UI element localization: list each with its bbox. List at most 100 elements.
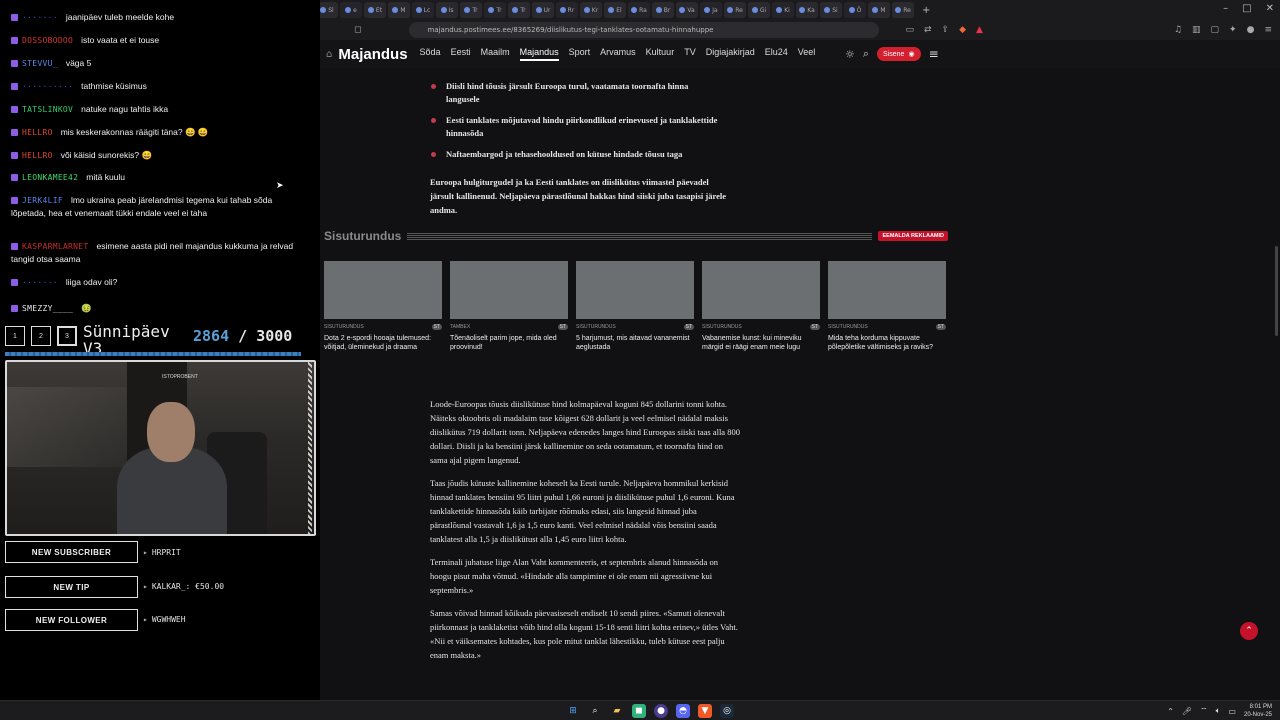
home-icon[interactable]: ⌂ bbox=[326, 49, 332, 60]
menu-icon[interactable]: ≡ bbox=[1264, 25, 1272, 35]
extension-icon[interactable]: ✦ bbox=[1229, 25, 1237, 35]
browser-tab[interactable]: Re bbox=[892, 2, 914, 18]
site-logo[interactable]: Majandus bbox=[338, 46, 407, 63]
discord-icon[interactable]: ◓ bbox=[676, 704, 690, 718]
chat-username[interactable]: DOSSOBODOO bbox=[22, 36, 73, 45]
login-button[interactable]: Sisene ◉ bbox=[877, 47, 921, 61]
nav-item-kultuur[interactable]: Kultuur bbox=[646, 47, 675, 61]
card-title[interactable]: Dota 2 e-spordi hooaja tulemused: võitja… bbox=[324, 334, 442, 352]
browser-tab[interactable]: Ur bbox=[532, 2, 554, 18]
minimize-button[interactable]: – bbox=[1223, 3, 1228, 14]
nav-item-sõda[interactable]: Sõda bbox=[420, 47, 441, 61]
app-icon[interactable]: ◼ bbox=[632, 704, 646, 718]
card-title[interactable]: Tõenäoliselt parim jope, mida oled proov… bbox=[450, 334, 568, 352]
browser-tab[interactable]: Ja bbox=[700, 2, 722, 18]
sponsored-card[interactable]: TAMBEX ST Tõenäoliselt parim jope, mida ol… bbox=[450, 261, 568, 352]
share-icon[interactable]: ⇪ bbox=[942, 25, 950, 35]
card-thumbnail[interactable] bbox=[828, 261, 946, 319]
scroll-up-button[interactable]: ⌃ bbox=[1240, 622, 1258, 640]
nav-item-veel[interactable]: Veel bbox=[798, 47, 816, 61]
browser-tab[interactable]: Si bbox=[820, 2, 842, 18]
card-title[interactable]: 5 harjumust, mis aitavad vananemist aegl… bbox=[576, 334, 694, 352]
wallet-icon[interactable]: ▢ bbox=[1211, 25, 1220, 35]
url-field[interactable]: majandus.postimees.ee/8365269/diislikutu… bbox=[409, 22, 880, 38]
browser-tab[interactable]: M bbox=[868, 2, 890, 18]
microphone-icon[interactable]: 🎤︎ bbox=[1182, 707, 1192, 716]
browser-tab[interactable]: Is bbox=[436, 2, 458, 18]
browser-tab[interactable]: e bbox=[340, 2, 362, 18]
sponsored-card[interactable]: SISUTURUNDUS ST 5 harjumust, mis aitavad v… bbox=[576, 261, 694, 352]
card-thumbnail[interactable] bbox=[702, 261, 820, 319]
browser-tab[interactable]: Ö bbox=[844, 2, 866, 18]
browser-tab[interactable]: Re bbox=[724, 2, 746, 18]
chat-username[interactable]: SMEZZY____ bbox=[22, 304, 73, 313]
nav-item-sport[interactable]: Sport bbox=[569, 47, 591, 61]
card-title[interactable]: Vabanemise kunst: kui mineviku märgid ei… bbox=[702, 334, 820, 352]
wifi-icon[interactable]: ⌔ bbox=[1200, 706, 1208, 716]
nav-item-elu24[interactable]: Elu24 bbox=[765, 47, 788, 61]
reader-icon[interactable]: ▭ bbox=[905, 25, 914, 35]
remove-ads-button[interactable]: EEMALDA REKLAAMID bbox=[878, 231, 948, 241]
new-tab-button[interactable]: + bbox=[922, 5, 930, 16]
clock[interactable]: 8:01 PM 20-Nov-25 bbox=[1244, 703, 1272, 719]
browser-tab[interactable]: Rr bbox=[556, 2, 578, 18]
close-window-button[interactable]: ✕ bbox=[1266, 3, 1274, 14]
chat-username[interactable]: JERK4LIF bbox=[22, 196, 63, 205]
chat-username[interactable]: TATSLINKOV bbox=[22, 105, 73, 114]
browser-tab[interactable]: Ka bbox=[796, 2, 818, 18]
scrollbar[interactable] bbox=[1275, 246, 1278, 336]
chat-username[interactable]: ······· bbox=[22, 278, 58, 287]
search-icon[interactable]: ⌕ bbox=[588, 704, 602, 718]
chat-username[interactable]: ·········· bbox=[22, 82, 73, 91]
rewards-icon[interactable]: ▲ bbox=[976, 25, 983, 35]
card-thumbnail[interactable] bbox=[576, 261, 694, 319]
chat-username[interactable]: ······· bbox=[22, 13, 58, 22]
brave-shield-icon[interactable]: ◆ bbox=[959, 25, 966, 35]
brave-browser-icon[interactable]: ▼ bbox=[698, 704, 712, 718]
windows-start-icon[interactable]: ⊞ bbox=[566, 704, 580, 718]
browser-tab[interactable]: Ra bbox=[628, 2, 650, 18]
browser-tab[interactable]: M bbox=[388, 2, 410, 18]
volume-icon[interactable]: 🔈︎ bbox=[1216, 706, 1221, 716]
sponsored-card[interactable]: SISUTURUNDUS ST Mida teha korduma kippuvat… bbox=[828, 261, 946, 352]
bookmark-icon[interactable]: ◻ bbox=[354, 25, 361, 35]
browser-tab[interactable]: Gi bbox=[748, 2, 770, 18]
nav-item-tv[interactable]: TV bbox=[684, 47, 696, 61]
hamburger-menu-icon[interactable]: ≡ bbox=[929, 47, 939, 61]
nav-item-arvamus[interactable]: Arvamus bbox=[600, 47, 636, 61]
card-thumbnail[interactable] bbox=[324, 261, 442, 319]
browser-tab[interactable]: Kr bbox=[580, 2, 602, 18]
sidebar-icon[interactable]: ▥ bbox=[1192, 25, 1201, 35]
sponsored-card[interactable]: SISUTURUNDUS ST Vabanemise kunst: kui mine… bbox=[702, 261, 820, 352]
browser-tab[interactable]: Tr bbox=[460, 2, 482, 18]
nav-item-digiajakirjad[interactable]: Digiajakirjad bbox=[706, 47, 755, 61]
card-title[interactable]: Mida teha korduma kippuvate põlepõletike… bbox=[828, 334, 946, 352]
nav-item-maailm[interactable]: Maailm bbox=[481, 47, 510, 61]
chat-username[interactable]: HELLRO bbox=[22, 128, 53, 137]
file-explorer-icon[interactable]: ▰ bbox=[610, 704, 624, 718]
browser-tab[interactable]: El bbox=[604, 2, 626, 18]
chat-username[interactable]: LEONKAMEE42 bbox=[22, 173, 78, 182]
steam-icon[interactable]: ◎ bbox=[720, 704, 734, 718]
card-thumbnail[interactable] bbox=[450, 261, 568, 319]
theme-toggle-icon[interactable]: ☼ bbox=[845, 48, 855, 61]
chevron-up-icon[interactable]: ⌃ bbox=[1167, 707, 1174, 716]
profile-icon[interactable]: ● bbox=[1247, 25, 1255, 35]
browser-tab[interactable]: Tr bbox=[508, 2, 530, 18]
chat-username[interactable]: KASPARMLARNET bbox=[22, 242, 89, 251]
chat-username[interactable]: STEVVU_ bbox=[22, 59, 58, 68]
music-icon[interactable]: ♫ bbox=[1174, 25, 1182, 35]
nav-item-eesti[interactable]: Eesti bbox=[451, 47, 471, 61]
browser-tab[interactable]: Br bbox=[652, 2, 674, 18]
chat-username[interactable]: HELLRO bbox=[22, 151, 53, 160]
obs-icon[interactable]: ● bbox=[654, 704, 668, 718]
browser-tab[interactable]: Ki bbox=[772, 2, 794, 18]
sponsored-card[interactable]: SISUTURUNDUS ST Dota 2 e-spordi hooaja tul… bbox=[324, 261, 442, 352]
browser-tab[interactable]: Et bbox=[364, 2, 386, 18]
maximize-button[interactable]: □ bbox=[1242, 3, 1251, 14]
battery-icon[interactable]: ▭ bbox=[1228, 707, 1236, 716]
nav-item-majandus[interactable]: Majandus bbox=[519, 47, 559, 61]
search-icon[interactable]: ⌕ bbox=[863, 47, 869, 61]
browser-tab[interactable]: Va bbox=[676, 2, 698, 18]
browser-tab[interactable]: Lc bbox=[412, 2, 434, 18]
